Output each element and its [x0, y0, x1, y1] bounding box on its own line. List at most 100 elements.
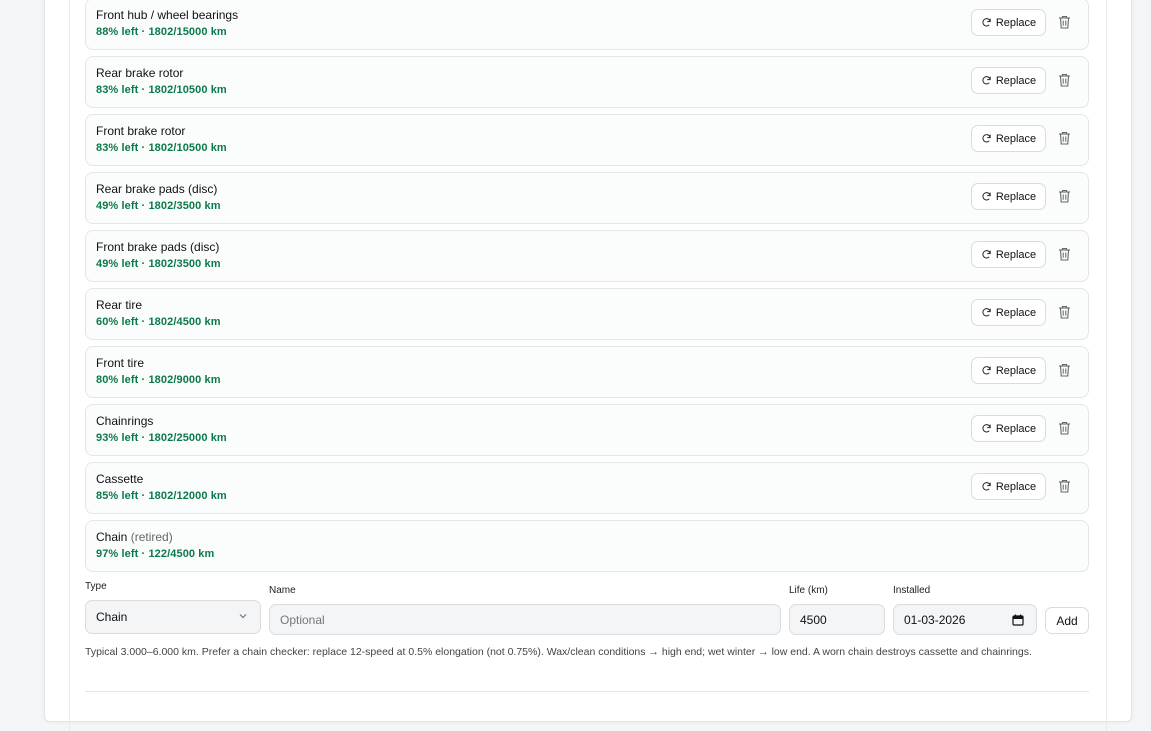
replace-button[interactable]: Replace [971, 473, 1046, 500]
component-status: 88% left · 1802/15000 km [96, 26, 227, 38]
refresh-icon [982, 76, 991, 85]
replace-label: Replace [995, 480, 1037, 493]
component-row: Front hub / wheel bearings 88% left · 18… [85, 0, 1089, 50]
component-status: 80% left · 1802/9000 km [96, 374, 221, 386]
component-name-text: Chain [96, 530, 128, 544]
component-status: 49% left · 1802/3500 km [96, 200, 221, 212]
delete-button[interactable] [1056, 129, 1072, 147]
replace-button[interactable]: Replace [971, 9, 1046, 36]
delete-button[interactable] [1056, 419, 1072, 437]
delete-button[interactable] [1056, 13, 1072, 31]
trash-icon [1058, 15, 1070, 29]
type-select[interactable]: Chain [85, 600, 261, 634]
refresh-icon [982, 192, 991, 201]
replace-label: Replace [995, 422, 1037, 435]
component-name-text: Rear tire [96, 298, 143, 312]
replace-button[interactable]: Replace [971, 125, 1046, 152]
component-name: Cassette [96, 472, 143, 486]
life-input-value: 4500 [800, 612, 827, 627]
installed-date-value: 01-03-2026 [904, 612, 966, 627]
replace-label: Replace [995, 132, 1037, 145]
component-hint: Typical 3.000–6.000 km. Prefer a chain c… [85, 646, 1032, 658]
component-name-text: Front tire [96, 356, 145, 370]
replace-button[interactable]: Replace [971, 67, 1046, 94]
calendar-icon[interactable] [1012, 614, 1024, 626]
add-button[interactable]: Add [1045, 607, 1089, 634]
component-row: Chainrings 93% left · 1802/25000 km Repl… [85, 404, 1089, 456]
component-row: Front tire 80% left · 1802/9000 km Repla… [85, 346, 1089, 398]
refresh-icon [982, 308, 991, 317]
type-label: Type [85, 581, 107, 592]
refresh-icon [982, 366, 991, 375]
component-name: Front brake pads (disc) [96, 240, 219, 254]
component-name-text: Chainrings [96, 414, 154, 428]
trash-icon [1058, 73, 1070, 87]
type-select-value: Chain [96, 610, 128, 624]
delete-button[interactable] [1056, 303, 1072, 321]
retired-label: (retired) [130, 530, 173, 544]
life-input[interactable]: 4500 [789, 604, 885, 635]
life-label: Life (km) [789, 585, 828, 596]
component-status: 85% left · 1802/12000 km [96, 490, 227, 502]
component-row: Chain (retired) 97% left · 122/4500 km [85, 520, 1089, 572]
replace-button[interactable]: Replace [971, 241, 1046, 268]
replace-label: Replace [995, 16, 1037, 29]
component-name: Front brake rotor [96, 124, 185, 138]
component-status: 83% left · 1802/10500 km [96, 84, 227, 96]
component-name: Front tire [96, 356, 144, 370]
refresh-icon [982, 482, 991, 491]
replace-button[interactable]: Replace [971, 183, 1046, 210]
component-row: Rear brake rotor 83% left · 1802/10500 k… [85, 56, 1089, 108]
replace-label: Replace [995, 248, 1037, 261]
delete-button[interactable] [1056, 361, 1072, 379]
component-name: Rear brake rotor [96, 66, 183, 80]
refresh-icon [982, 18, 991, 27]
component-row: Rear brake pads (disc) 49% left · 1802/3… [85, 172, 1089, 224]
component-name-text: Cassette [96, 472, 144, 486]
component-list: Front hub / wheel bearings 88% left · 18… [85, 0, 1089, 578]
trash-icon [1058, 131, 1070, 145]
chevron-down-icon [239, 614, 247, 619]
trash-icon [1058, 189, 1070, 203]
component-row: Front brake rotor 83% left · 1802/10500 … [85, 114, 1089, 166]
trash-icon [1058, 363, 1070, 377]
component-name-text: Rear brake pads (disc) [96, 182, 218, 196]
component-name: Rear tire [96, 298, 142, 312]
refresh-icon [982, 250, 991, 259]
delete-button[interactable] [1056, 477, 1072, 495]
replace-label: Replace [995, 306, 1037, 319]
component-status: 93% left · 1802/25000 km [96, 432, 227, 444]
component-name: Chain (retired) [96, 530, 173, 544]
component-row: Front brake pads (disc) 49% left · 1802/… [85, 230, 1089, 282]
component-name-text: Rear brake rotor [96, 66, 184, 80]
trash-icon [1058, 305, 1070, 319]
replace-label: Replace [995, 364, 1037, 377]
replace-button[interactable]: Replace [971, 299, 1046, 326]
trash-icon [1058, 479, 1070, 493]
component-status: 60% left · 1802/4500 km [96, 316, 221, 328]
delete-button[interactable] [1056, 71, 1072, 89]
name-input[interactable]: Optional [269, 604, 781, 635]
delete-button[interactable] [1056, 187, 1072, 205]
component-status: 83% left · 1802/10500 km [96, 142, 227, 154]
component-name-text: Front hub / wheel bearings [96, 8, 239, 22]
delete-button[interactable] [1056, 245, 1072, 263]
component-row: Cassette 85% left · 1802/12000 km Replac… [85, 462, 1089, 514]
component-row: Rear tire 60% left · 1802/4500 km Replac… [85, 288, 1089, 340]
divider [85, 691, 1089, 692]
trash-icon [1058, 247, 1070, 261]
component-name-text: Front brake rotor [96, 124, 186, 138]
component-name: Front hub / wheel bearings [96, 8, 238, 22]
component-status: 97% left · 122/4500 km [96, 548, 215, 560]
installed-date-input[interactable]: 01-03-2026 [893, 604, 1037, 635]
component-name: Rear brake pads (disc) [96, 182, 217, 196]
refresh-icon [982, 134, 991, 143]
name-label: Name [269, 585, 296, 596]
component-name-text: Front brake pads (disc) [96, 240, 220, 254]
component-status: 49% left · 1802/3500 km [96, 258, 221, 270]
replace-button[interactable]: Replace [971, 415, 1046, 442]
component-name: Chainrings [96, 414, 153, 428]
replace-button[interactable]: Replace [971, 357, 1046, 384]
installed-label: Installed [893, 585, 931, 596]
replace-label: Replace [995, 74, 1037, 87]
